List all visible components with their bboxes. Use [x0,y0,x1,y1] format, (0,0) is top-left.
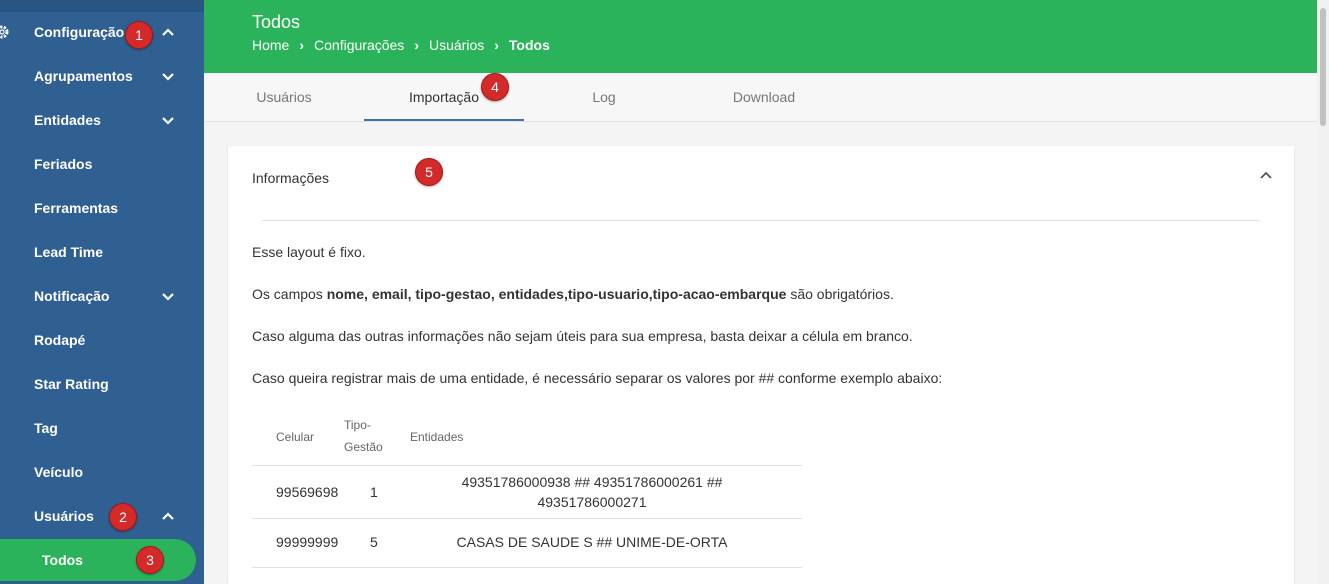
sidebar-item-label: Rodapé [34,332,86,348]
informacoes-panel: Informações Esse layout é fixo. Os campo… [228,146,1294,584]
chevron-up-icon[interactable] [160,24,176,40]
sidebar-item-feriados[interactable]: Feriados [0,142,204,186]
column-header-tipo-gestao-1: Tipo- [344,418,371,432]
column-header-entidades: Entidades [410,430,464,444]
info-text-layout: Esse layout é fixo. [252,244,366,260]
column-header-celular: Celular [276,430,315,444]
sidebar-item-agrupamentos[interactable]: Agrupamentos [0,54,204,98]
sidebar-item-rodape[interactable]: Rodapé [0,318,204,362]
cell-celular: 99569698 [276,484,339,500]
sidebar-item-label: Todos [42,552,83,568]
sidebar-item-label: Configuração [34,24,125,40]
tab-download[interactable]: Download [684,73,844,121]
scrollbar-thumb[interactable] [1320,8,1326,126]
sidebar-item-ferramentas[interactable]: Ferramentas [0,186,204,230]
required-fields: nome, email, tipo-gestao, entidades,tipo… [326,286,787,302]
table-row: 99999999 5 CASAS DE SAUDE S ## UNIME-DE-… [252,518,802,568]
sidebar: Configuração Agrupamentos Entidades Feri… [0,0,204,584]
chevron-up-icon[interactable] [1258,168,1274,184]
annotation-badge: 3 [136,546,164,574]
chevron-down-icon[interactable] [160,288,176,304]
chevron-right-icon: › [414,37,419,53]
sidebar-item-tag[interactable]: Tag [0,406,204,450]
breadcrumb-home[interactable]: Home [252,37,289,53]
page-header: Todos Home › Configurações › Usuários › … [204,0,1317,73]
cell-tipo-gestao: 5 [370,534,378,550]
sidebar-item-todos[interactable]: Todos [0,539,196,581]
breadcrumb-current: Todos [508,37,550,53]
annotation-badge: 1 [125,21,153,49]
cell-entidades-line2: 49351786000271 [537,494,647,510]
annotation-badge: 2 [109,503,137,531]
tab-log[interactable]: Log [524,73,684,121]
sidebar-item-label: Agrupamentos [34,68,133,84]
sidebar-item-entidades[interactable]: Entidades [0,98,204,142]
sidebar-item-usuarios[interactable]: Usuários [0,494,204,538]
text-suffix: são obrigatórios. [786,286,894,302]
text-prefix: Os campos [252,286,327,302]
info-text-multiple-entities: Caso queira registrar mais de uma entida… [252,370,943,386]
cell-celular: 99999999 [276,534,339,550]
sidebar-item-veiculo[interactable]: Veículo [0,450,204,494]
chevron-down-icon[interactable] [160,112,176,128]
panel-title[interactable]: Informações [252,170,329,186]
sidebar-item-label: Usuários [34,508,94,524]
page-title: Todos [252,12,301,32]
cell-entidades-line1: 49351786000938 ## 49351786000261 ## [461,474,723,490]
vertical-scrollbar[interactable] [1317,0,1329,584]
cell-entidades: CASAS DE SAUDE S ## UNIME-DE-ORTA [456,534,728,550]
annotation-badge: 5 [415,158,443,186]
gear-icon [0,24,10,40]
chevron-right-icon: › [299,37,305,53]
annotation-badge: 4 [481,73,509,101]
tab-bar: Usuários Importação Log Download [204,73,1317,122]
breadcrumb-configuracoes[interactable]: Configurações [314,37,404,53]
sidebar-item-star-rating[interactable]: Star Rating [0,362,204,406]
sidebar-item-label: Tag [34,420,58,436]
sidebar-item-lead-time[interactable]: Lead Time [0,230,204,274]
breadcrumb: Home › Configurações › Usuários › Todos [252,37,550,53]
info-text-required-fields: Os campos nome, email, tipo-gestao, enti… [252,286,894,302]
sidebar-item-label: Feriados [34,156,93,172]
sidebar-item-notificacao[interactable]: Notificação [0,274,204,318]
sidebar-item-configuracao[interactable]: Configuração [0,10,204,54]
chevron-up-icon[interactable] [160,508,176,524]
sidebar-item-label: Notificação [34,288,110,304]
chevron-down-icon[interactable] [160,68,176,84]
chevron-right-icon: › [494,37,499,53]
tab-usuarios[interactable]: Usuários [204,73,364,121]
sidebar-item-label: Star Rating [34,376,109,392]
sidebar-item-label: Entidades [34,112,101,128]
sidebar-item-label: Lead Time [34,244,103,260]
sidebar-item-label: Veículo [34,464,84,480]
divider [262,220,1260,221]
cell-tipo-gestao: 1 [370,484,378,500]
table-row: 99569698 1 49351786000938 ## 49351786000… [252,465,802,518]
sidebar-item-label: Ferramentas [34,200,119,216]
breadcrumb-usuarios[interactable]: Usuários [429,37,484,53]
info-text-blank-cells: Caso alguma das outras informações não s… [252,328,913,344]
column-header-tipo-gestao-2: Gestão [344,440,383,454]
